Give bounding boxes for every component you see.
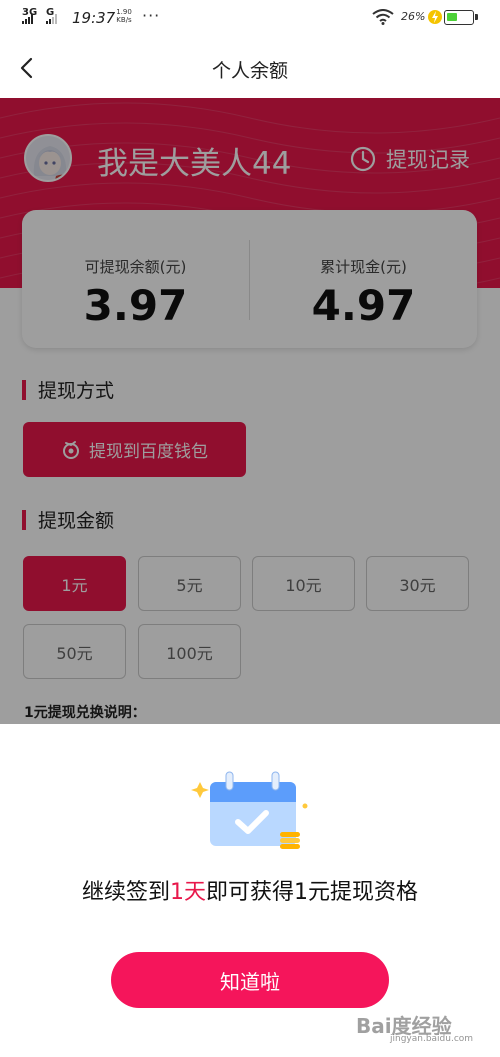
status-time: 19:37 [72,9,116,27]
message-highlight-days: 1天 [170,880,206,905]
page-title: 个人余额 [211,60,288,82]
network-speed: 1.90 KB/s [114,8,134,24]
modal-backdrop[interactable] [0,98,500,724]
battery-percent: 26% [401,10,426,23]
wifi-icon [372,9,394,25]
confirm-button[interactable]: 知道啦 [111,952,389,1008]
message-suffix: 即可获得1元提现资格 [206,880,418,905]
network-speed-value: 1.90 [116,8,132,16]
sign-in-dialog: 继续签到1天即可获得1元提现资格 知道啦 [0,724,500,1057]
title-bar: 个人余额 [0,38,500,98]
network-speed-unit: KB/s [116,16,132,24]
status-bar: 3G G 19:37 1.90 KB/s ··· 26% [0,0,500,38]
sign-in-message: 继续签到1天即可获得1元提现资格 [0,874,500,906]
signal-icon-1 [22,14,33,24]
battery-icon [444,10,478,25]
more-notifications-icon: ··· [142,6,161,25]
signal-icon-2 [46,14,57,24]
calendar-check-icon [191,771,308,849]
watermark-url: jingyan.baidu.com [390,1034,474,1044]
message-prefix: 继续签到 [81,880,170,905]
charging-icon [428,10,442,24]
battery-level-fill [447,13,457,21]
